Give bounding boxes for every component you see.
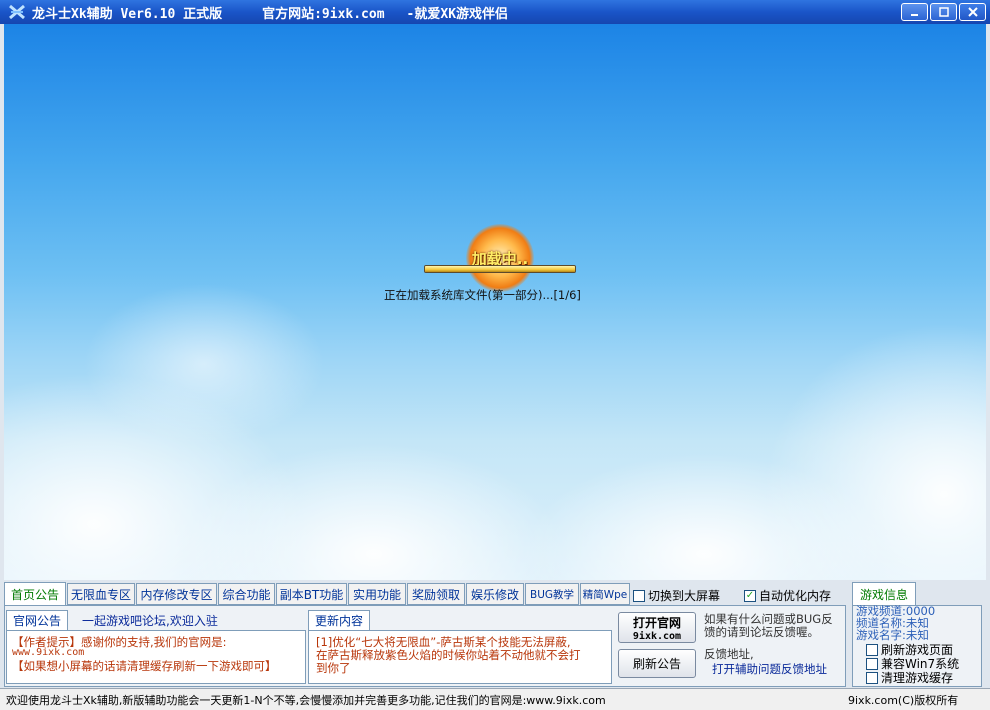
slogan: -就爱XK游戏伴侣 bbox=[406, 6, 509, 22]
window-title: 龙斗士Xk辅助 Ver6.10 正式版 bbox=[32, 6, 223, 22]
auto-optimize-label: 自动优化内存 bbox=[759, 589, 832, 603]
minimize-icon bbox=[910, 14, 918, 16]
checkbox-box[interactable] bbox=[866, 671, 878, 684]
maximize-button[interactable] bbox=[930, 3, 957, 21]
game-viewport[interactable]: 加载中.. 正在加载系统库文件(第一部分)...[1/6] bbox=[4, 24, 986, 580]
tab-wpe-lite[interactable]: 精简Wpe bbox=[580, 583, 630, 605]
cloud-decoration bbox=[764, 324, 986, 580]
checkbox-box[interactable] bbox=[866, 643, 878, 656]
maximize-icon bbox=[938, 7, 949, 17]
checkbox-box[interactable] bbox=[633, 589, 645, 602]
tab-infinite-hp[interactable]: 无限血专区 bbox=[67, 583, 135, 605]
forum-link[interactable]: 一起游戏吧论坛,欢迎入驻 bbox=[82, 612, 218, 629]
open-site-url: 9ixk.com bbox=[632, 630, 682, 642]
loading-status-text: 正在加载系统库文件(第一部分)...[1/6] bbox=[384, 288, 581, 302]
tab-site-notice[interactable]: 官网公告 bbox=[6, 610, 68, 630]
tab-fun-mods[interactable]: 娱乐修改 bbox=[466, 583, 524, 605]
clear-cache-label: 清理游戏缓存 bbox=[881, 671, 954, 685]
tab-utility[interactable]: 实用功能 bbox=[348, 583, 406, 605]
tab-bug-tutorial[interactable]: BUG教学 bbox=[525, 583, 579, 605]
status-message: 欢迎使用龙斗士Xk辅助,新版辅助功能会一天更新1-N个不等,会慢慢添加并完善更多… bbox=[6, 694, 606, 707]
official-website: 官方网站:9ixk.com bbox=[262, 6, 385, 22]
refresh-notice-button[interactable]: 刷新公告 bbox=[618, 649, 696, 678]
feedback-text-2: 馈的请到论坛反馈喔。 bbox=[704, 625, 819, 639]
update-line-3: 到你了 bbox=[316, 661, 351, 675]
fullscreen-label: 切换到大屏幕 bbox=[648, 589, 721, 603]
tab-memory-edit[interactable]: 内存修改专区 bbox=[136, 583, 217, 605]
auto-optimize-checkbox[interactable]: ✓ 自动优化内存 bbox=[744, 587, 831, 604]
open-site-label: 打开官网 bbox=[632, 615, 681, 630]
open-site-button[interactable]: 打开官网 9ixk.com bbox=[618, 612, 696, 643]
title-bar: 龙斗士Xk辅助 Ver6.10 正式版 官方网站:9ixk.com -就爱XK游… bbox=[0, 0, 990, 24]
notice-line-2: www.9ixk.com bbox=[12, 647, 85, 658]
checkbox-box[interactable]: ✓ bbox=[744, 589, 756, 602]
feedback-label: 反馈地址, bbox=[704, 647, 754, 661]
tab-update-content[interactable]: 更新内容 bbox=[308, 610, 370, 630]
fullscreen-checkbox[interactable]: 切换到大屏幕 bbox=[633, 587, 720, 604]
loading-emblem-icon: 加载中.. bbox=[466, 224, 534, 292]
control-panel: 首页公告 无限血专区 内存修改专区 综合功能 副本BT功能 实用功能 奖励领取 … bbox=[0, 580, 990, 688]
game-name: 游戏名字:未知 bbox=[856, 628, 929, 642]
copyright: 9ixk.com(C)版权所有 bbox=[848, 694, 959, 707]
checkbox-box[interactable] bbox=[866, 657, 878, 670]
feedback-link[interactable]: 打开辅助问题反馈地址 bbox=[712, 661, 827, 677]
tab-rewards[interactable]: 奖励领取 bbox=[407, 583, 465, 605]
app-logo-icon bbox=[8, 3, 26, 21]
cloud-decoration bbox=[84, 284, 324, 444]
tab-game-info[interactable]: 游戏信息 bbox=[852, 582, 916, 606]
clear-cache-checkbox[interactable]: 清理游戏缓存 bbox=[866, 669, 953, 686]
tab-dungeon-bt[interactable]: 副本BT功能 bbox=[276, 583, 347, 605]
loading-progress-bar bbox=[424, 265, 576, 273]
close-button[interactable] bbox=[959, 3, 986, 21]
tab-general-functions[interactable]: 综合功能 bbox=[218, 583, 275, 605]
status-bar: 欢迎使用龙斗士Xk辅助,新版辅助功能会一天更新1-N个不等,会慢慢添加并完善更多… bbox=[0, 688, 990, 710]
minimize-button[interactable] bbox=[901, 3, 928, 21]
close-icon bbox=[967, 7, 978, 17]
loading-progress-fill bbox=[425, 266, 575, 272]
tab-home-notice[interactable]: 首页公告 bbox=[4, 582, 66, 606]
update-line-2: 在萨古斯释放紫色火焰的时候你站着不动他就不会打 bbox=[316, 648, 581, 662]
notice-line-3: 【如果想小屏幕的话请清理缓存刷新一下游戏即可】 bbox=[12, 659, 277, 673]
